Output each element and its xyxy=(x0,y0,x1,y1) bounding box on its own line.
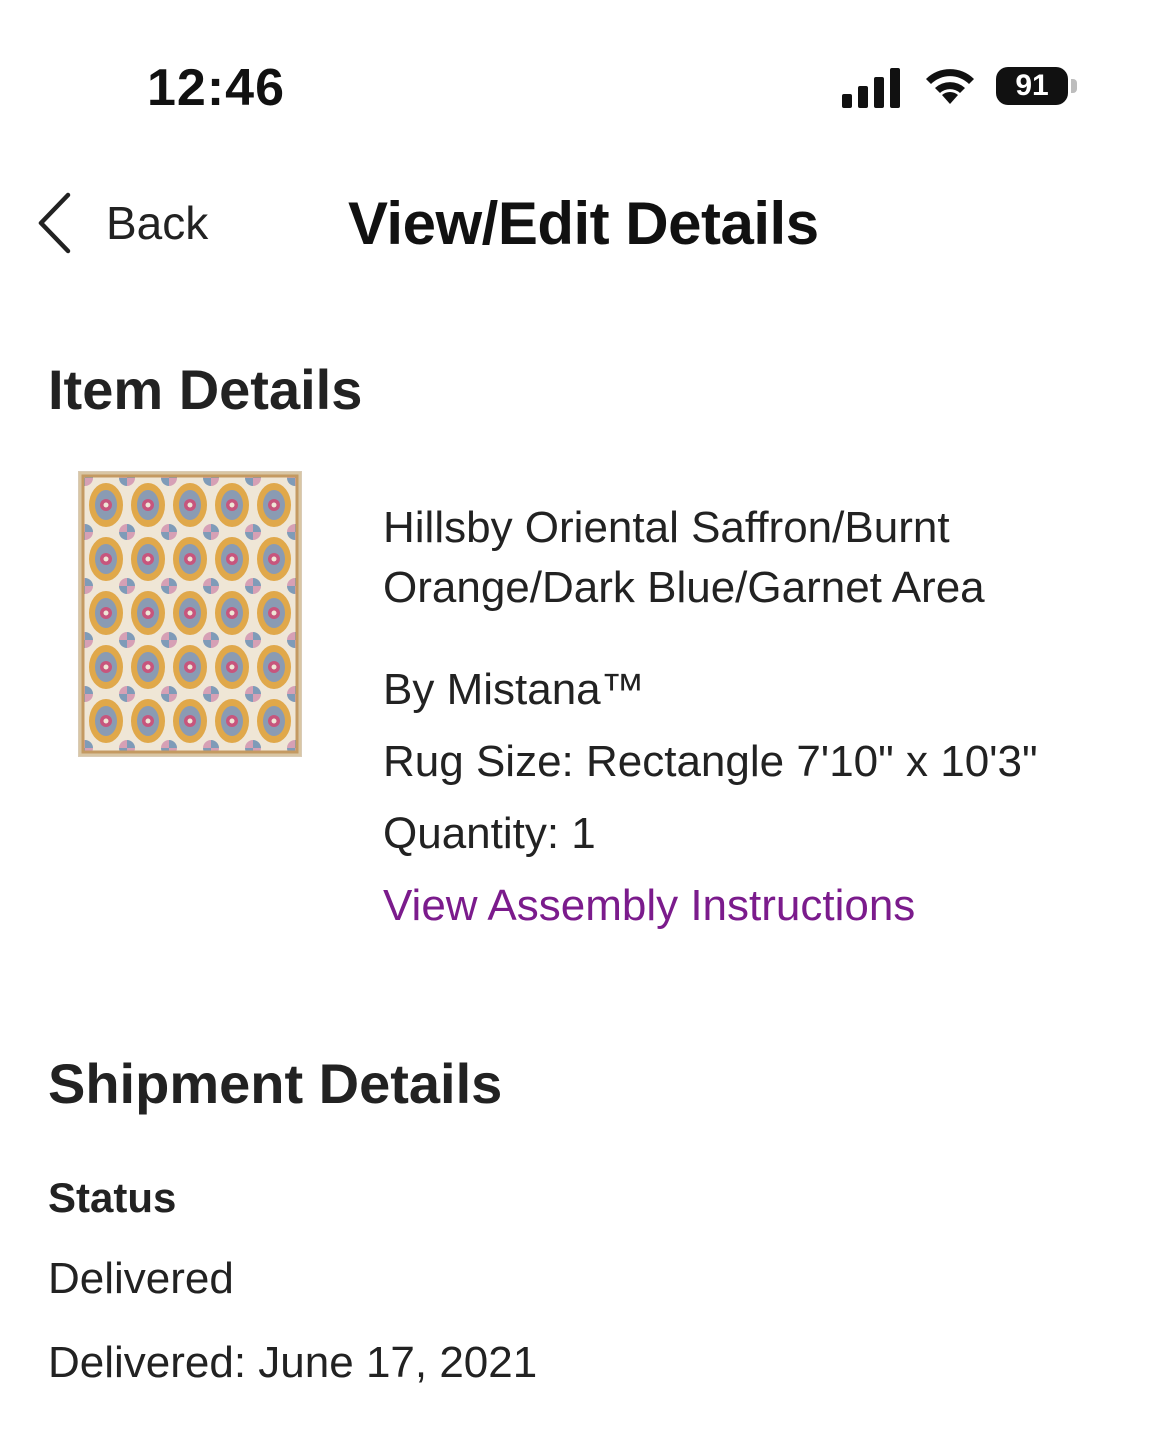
rug-size: Rug Size: Rectangle 7'10" x 10'3" xyxy=(383,737,1038,786)
cellular-signal-icon xyxy=(842,68,900,108)
battery-icon: 91 xyxy=(996,67,1068,105)
status-label: Status xyxy=(48,1174,177,1221)
item-details-heading: Item Details xyxy=(48,358,363,421)
chevron-left-icon xyxy=(38,192,71,254)
status-icons: 91 xyxy=(842,64,1082,110)
item-info: Hillsby Oriental Saffron/Burnt Orange/Da… xyxy=(383,498,1123,942)
nav-bar: Back View/Edit Details xyxy=(0,170,1151,280)
status-time: 12:46 xyxy=(147,59,285,117)
back-button[interactable]: Back xyxy=(36,188,208,258)
brand-name: By Mistana™ xyxy=(383,665,645,714)
status-bar: 12:46 91 xyxy=(0,0,1151,170)
battery-level: 91 xyxy=(1015,69,1049,102)
status-value: Delivered xyxy=(48,1254,234,1303)
quantity: Quantity: 1 xyxy=(383,809,596,858)
shipment-details-heading: Shipment Details xyxy=(48,1052,503,1115)
battery-cap xyxy=(1071,79,1077,93)
rug-pattern xyxy=(79,472,301,756)
delivered-date: Delivered: June 17, 2021 xyxy=(48,1338,538,1387)
wifi-icon xyxy=(926,69,974,104)
product-name[interactable]: Hillsby Oriental Saffron/Burnt Orange/Da… xyxy=(383,498,1123,618)
assembly-instructions-link[interactable]: View Assembly Instructions xyxy=(383,870,915,942)
back-label: Back xyxy=(106,197,209,249)
product-image[interactable] xyxy=(79,472,301,756)
page-title: View/Edit Details xyxy=(348,190,819,257)
